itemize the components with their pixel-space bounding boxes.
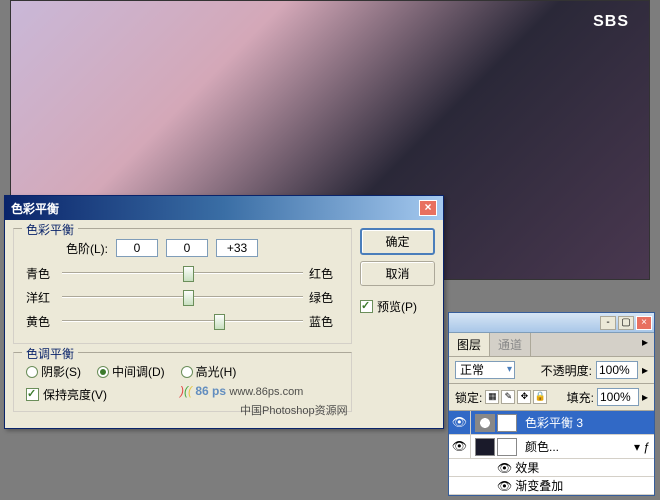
group-title: 色调平衡 (22, 345, 78, 362)
effect-label: 渐变叠加 (515, 477, 563, 494)
close-icon[interactable]: × (636, 316, 652, 330)
cancel-button[interactable]: 取消 (360, 261, 435, 286)
lock-position-icon[interactable]: ✥ (517, 390, 531, 404)
visibility-icon[interactable]: 👁 (497, 461, 512, 475)
preview-checkbox[interactable]: 预览(P) (360, 298, 435, 315)
color-balance-dialog: 色彩平衡 × 色彩平衡 色阶(L): 青色 红色 洋红 (4, 195, 444, 429)
visibility-icon[interactable]: 👁 (449, 411, 471, 434)
opacity-label: 不透明度: (541, 362, 592, 379)
expand-icon[interactable]: ▸ (642, 390, 648, 404)
yellow-label: 黄色 (26, 313, 56, 330)
highlights-radio[interactable]: 高光(H) (181, 363, 237, 380)
cyan-label: 青色 (26, 265, 56, 282)
minimize-icon[interactable]: - (600, 316, 616, 330)
blend-mode-dropdown[interactable]: 正常 (455, 361, 515, 379)
panel-header[interactable]: - ▢ × (449, 313, 654, 333)
mask-thumb[interactable] (497, 414, 517, 432)
magenta-label: 洋红 (26, 289, 56, 306)
visibility-icon[interactable]: 👁 (449, 435, 471, 458)
blue-label: 蓝色 (309, 313, 339, 330)
lock-pixels-icon[interactable]: ✎ (501, 390, 515, 404)
ok-button[interactable]: 确定 (360, 228, 435, 255)
layer-name: 颜色... (521, 438, 634, 455)
levels-label: 色阶(L): (66, 240, 108, 257)
dialog-title: 色彩平衡 (11, 200, 59, 217)
layer-effect-row[interactable]: 👁 效果 (449, 459, 654, 477)
fill-label: 填充: (567, 389, 594, 406)
layer-effect-row[interactable]: 👁 渐变叠加 (449, 477, 654, 495)
visibility-icon[interactable]: 👁 (497, 479, 512, 493)
layer-row[interactable]: 👁 颜色... ▾ ƒ (449, 435, 654, 459)
fill-input[interactable]: 100% (597, 388, 639, 406)
dialog-titlebar[interactable]: 色彩平衡 × (5, 196, 443, 220)
effects-toggle-icon[interactable]: ▾ ƒ (634, 440, 654, 454)
expand-icon[interactable]: ▸ (642, 363, 648, 377)
level-input-2[interactable] (166, 239, 208, 257)
close-icon[interactable]: × (419, 200, 437, 216)
level-input-1[interactable] (116, 239, 158, 257)
layer-name: 色彩平衡 3 (521, 414, 654, 431)
effect-label: 效果 (515, 459, 539, 476)
color-balance-group: 色彩平衡 色阶(L): 青色 红色 洋红 绿色 (13, 228, 352, 344)
lock-transparency-icon[interactable]: ▦ (485, 390, 499, 404)
layer-row[interactable]: 👁 色彩平衡 3 (449, 411, 654, 435)
cyan-red-slider[interactable] (62, 263, 303, 283)
shadows-radio[interactable]: 阴影(S) (26, 363, 81, 380)
midtones-radio[interactable]: 中间调(D) (97, 363, 165, 380)
tone-balance-group: 色调平衡 阴影(S) 中间调(D) 高光(H) 保持亮度(V) (13, 352, 352, 412)
tab-channels[interactable]: 通道 (490, 333, 531, 356)
opacity-input[interactable]: 100% (596, 361, 638, 379)
yellow-blue-slider[interactable] (62, 311, 303, 331)
layers-panel: - ▢ × 图层 通道 ▸ 正常 不透明度: 100% ▸ 锁定: ▦ ✎ ✥ … (448, 312, 655, 496)
mask-thumb[interactable] (497, 438, 517, 456)
preserve-luminosity-checkbox[interactable]: 保持亮度(V) (26, 386, 339, 403)
layer-thumb[interactable] (475, 438, 495, 456)
lock-all-icon[interactable]: 🔒 (533, 390, 547, 404)
magenta-green-slider[interactable] (62, 287, 303, 307)
group-title: 色彩平衡 (22, 221, 78, 238)
green-label: 绿色 (309, 289, 339, 306)
level-input-3[interactable] (216, 239, 258, 257)
tab-layers[interactable]: 图层 (449, 333, 490, 356)
adjustment-thumb[interactable] (475, 414, 495, 432)
layers-list: 👁 色彩平衡 3 👁 颜色... ▾ ƒ 👁 效果 👁 渐变叠加 (449, 411, 654, 495)
red-label: 红色 (309, 265, 339, 282)
lock-label: 锁定: (455, 389, 482, 406)
panel-menu-icon[interactable]: ▸ (636, 333, 654, 356)
collapse-icon[interactable]: ▢ (618, 316, 634, 330)
